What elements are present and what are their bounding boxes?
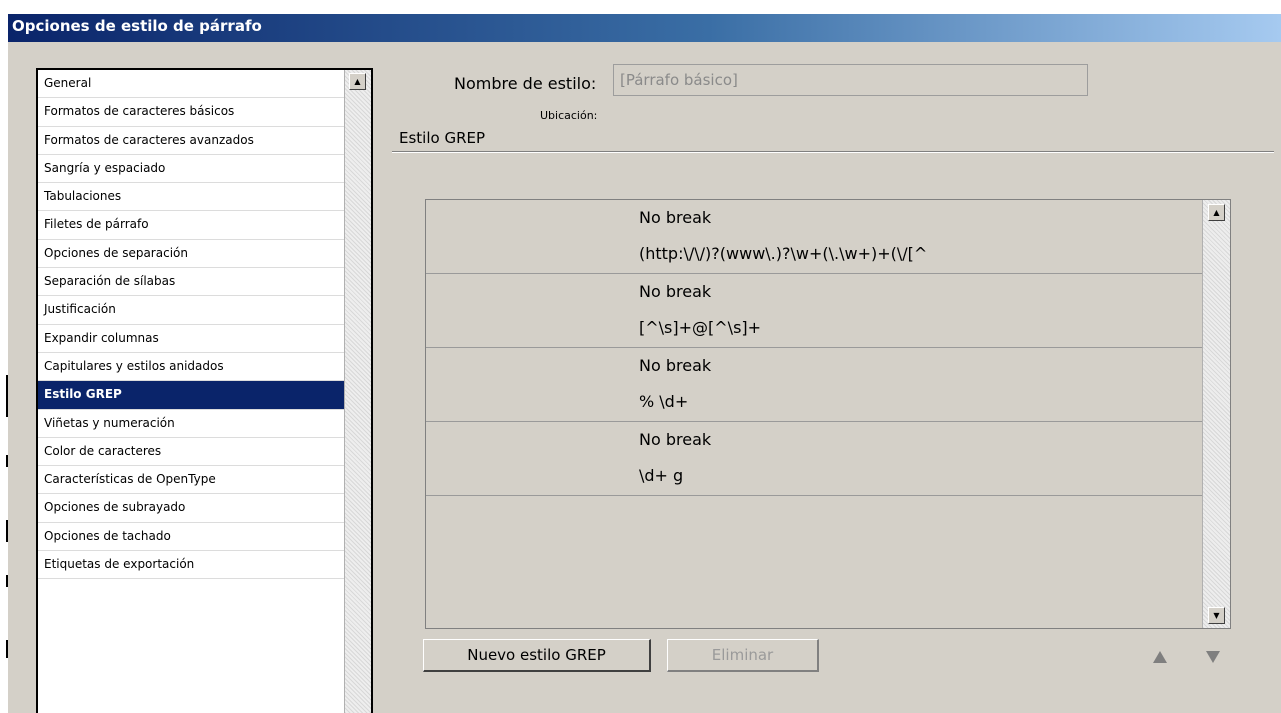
category-item[interactable]: Viñetas y numeración — [38, 410, 346, 438]
category-item[interactable]: Etiquetas de exportación — [38, 551, 346, 580]
category-item[interactable]: Opciones de subrayado — [38, 494, 346, 523]
in-text-value[interactable]: \d+ g — [639, 466, 683, 485]
grep-style-row[interactable]: Aplicar estilo:No breakEn texto:% \d+ — [426, 348, 1202, 422]
scroll-down-icon[interactable]: ▼ — [1208, 607, 1225, 624]
apply-style-value[interactable]: No break — [639, 356, 711, 375]
category-items: General Formatos de caracteres básicos For… — [38, 70, 346, 580]
location-label: Ubicación: — [540, 109, 598, 122]
category-scrollbar[interactable]: ▲ — [344, 70, 371, 713]
category-item[interactable]: Formatos de caracteres avanzados — [38, 127, 346, 155]
apply-style-value[interactable]: No break — [639, 208, 711, 227]
category-item[interactable]: Opciones de tachado — [38, 523, 346, 552]
category-item[interactable]: Separación de sílabas — [38, 268, 346, 297]
delete-button[interactable]: Eliminar — [667, 639, 819, 672]
category-list[interactable]: General Formatos de caracteres básicos For… — [36, 68, 373, 713]
grep-style-row[interactable]: Aplicar estilo:No breakEn texto:[^\s]+@[… — [426, 274, 1202, 348]
category-item[interactable]: Justificación — [38, 296, 346, 325]
scroll-up-icon[interactable]: ▲ — [349, 73, 366, 90]
scroll-up-icon[interactable]: ▲ — [1208, 204, 1225, 221]
section-divider — [392, 151, 1274, 153]
grep-scrollbar[interactable]: ▲ ▼ — [1202, 200, 1230, 628]
category-item[interactable]: Color de caracteres — [38, 438, 346, 467]
category-item[interactable]: Filetes de párrafo — [38, 211, 346, 240]
category-item[interactable]: Formatos de caracteres básicos — [38, 98, 346, 127]
category-item[interactable]: Características de OpenType — [38, 466, 346, 495]
in-text-value[interactable]: % \d+ — [639, 392, 688, 411]
in-text-value[interactable]: (http:\/\/)?(www\.)?\w+(\.\w+)+(\/[^ — [639, 244, 927, 263]
arrow-down-icon[interactable] — [1206, 651, 1220, 663]
apply-style-value[interactable]: No break — [639, 282, 711, 301]
in-text-value[interactable]: [^\s]+@[^\s]+ — [639, 318, 761, 337]
dialog-title: Opciones de estilo de párrafo — [12, 17, 262, 35]
arrow-up-icon[interactable] — [1153, 651, 1167, 663]
category-item[interactable]: General — [38, 70, 346, 99]
apply-style-value[interactable]: No break — [639, 430, 711, 449]
category-item[interactable]: Estilo GREP — [38, 381, 346, 410]
category-item[interactable]: Sangría y espaciado — [38, 155, 346, 184]
category-item[interactable]: Capitulares y estilos anidados — [38, 353, 346, 382]
category-item[interactable]: Expandir columnas — [38, 325, 346, 353]
grep-style-row[interactable]: Aplicar estilo:No breakEn texto:(http:\/… — [426, 200, 1202, 274]
style-name-label-text: Nombre de estilo: — [454, 74, 597, 93]
paragraph-style-dialog: Opciones de estilo de párrafo General For… — [8, 14, 1281, 713]
grep-style-rows: Aplicar estilo:No breakEn texto:(http:\/… — [426, 200, 1202, 496]
section-title: Estilo GREP — [399, 129, 486, 147]
title-bar[interactable]: Opciones de estilo de párrafo — [8, 14, 1281, 42]
style-name-input[interactable] — [613, 64, 1088, 96]
category-item[interactable]: Opciones de separación — [38, 240, 346, 269]
grep-style-row[interactable]: Aplicar estilo:No breakEn texto:\d+ g — [426, 422, 1202, 496]
category-item[interactable]: Tabulaciones — [38, 183, 346, 212]
style-name-label: Nombre de estilo: — [454, 74, 596, 93]
new-grep-style-button[interactable]: Nuevo estilo GREP — [423, 639, 651, 672]
grep-style-list[interactable]: Aplicar estilo:No breakEn texto:(http:\/… — [425, 199, 1231, 629]
